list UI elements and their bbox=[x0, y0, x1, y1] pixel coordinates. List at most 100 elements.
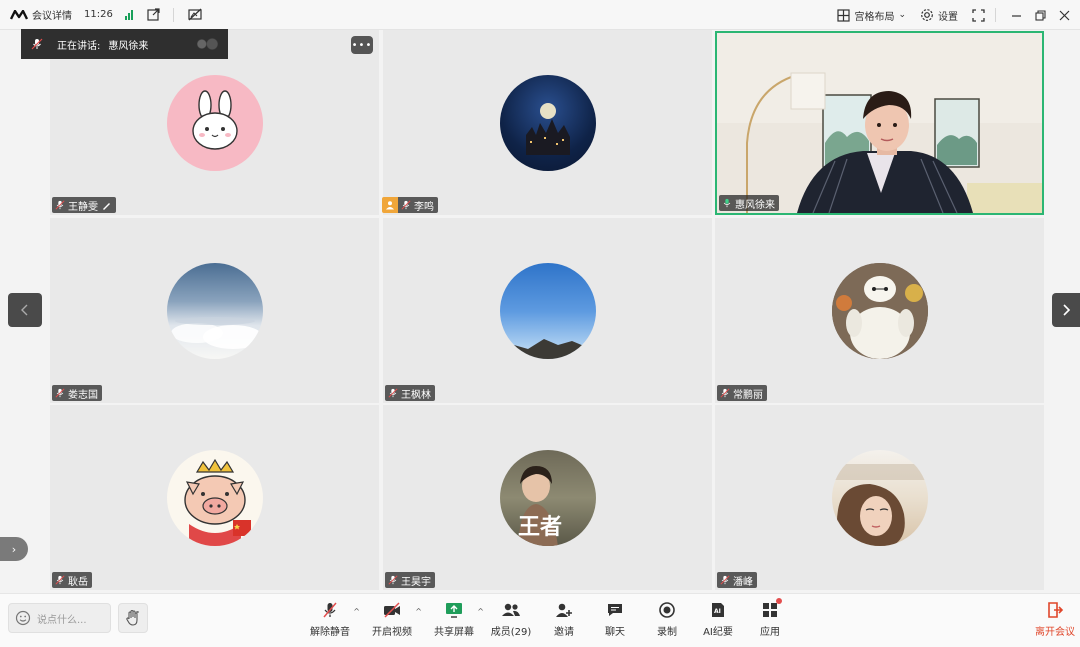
unmute-label: 解除静音 bbox=[310, 627, 350, 638]
avatar bbox=[499, 74, 596, 171]
mic-off-icon bbox=[31, 38, 43, 50]
video-tile[interactable]: 王枫林 bbox=[383, 218, 712, 403]
host-icon bbox=[382, 197, 398, 213]
hand-icon bbox=[126, 609, 139, 626]
leave-meeting-button[interactable]: 离开会议 bbox=[1030, 600, 1080, 642]
participant-name-tag: 王昊宇 bbox=[385, 572, 435, 588]
ai-notes-button[interactable]: AI AI纪要 bbox=[692, 600, 744, 642]
meeting-details-link[interactable]: 会议详情 bbox=[32, 7, 72, 22]
active-speaker-video-tile[interactable]: 惠风徐来 bbox=[715, 31, 1044, 215]
participant-name: 王昊宇 bbox=[401, 576, 431, 588]
participant-name-tag: 潘峰 bbox=[717, 572, 757, 588]
record-button[interactable]: 录制 bbox=[641, 600, 693, 642]
share-link-icon[interactable] bbox=[147, 8, 161, 22]
chevron-right-icon: › bbox=[11, 542, 17, 556]
minimize-button[interactable] bbox=[1004, 0, 1028, 30]
caret-up-icon[interactable]: ^ bbox=[415, 607, 422, 616]
share-screen-button[interactable]: ^ 共享屏幕 bbox=[428, 600, 484, 642]
ai-notes-label: AI纪要 bbox=[703, 627, 733, 638]
divider bbox=[995, 8, 996, 22]
caret-up-icon[interactable]: ^ bbox=[353, 607, 360, 616]
video-tile[interactable]: 李鸣 bbox=[382, 30, 712, 215]
apps-label: 应用 bbox=[760, 627, 780, 638]
participant-name: 潘峰 bbox=[733, 576, 753, 588]
caret-up-icon[interactable]: ^ bbox=[477, 607, 484, 616]
chat-input-placeholder: 说点什么... bbox=[37, 614, 87, 626]
gear-icon bbox=[921, 9, 933, 21]
close-button[interactable] bbox=[1052, 0, 1076, 30]
members-icon bbox=[501, 600, 521, 620]
svg-text:王者: 王者 bbox=[518, 514, 562, 540]
video-tile[interactable]: 潘峰 bbox=[715, 405, 1044, 590]
leave-icon bbox=[1045, 600, 1065, 620]
speaking-indicator: 正在讲话: 惠风徐来 bbox=[21, 29, 228, 59]
video-tile[interactable]: 娄志国 bbox=[50, 218, 379, 403]
record-label: 录制 bbox=[657, 627, 677, 638]
expand-panel-button[interactable]: › bbox=[0, 537, 28, 561]
hide-preview-icon[interactable] bbox=[188, 8, 202, 22]
mic-off-icon bbox=[388, 388, 398, 398]
mic-off-icon bbox=[401, 200, 411, 210]
invite-button[interactable]: 邀请 bbox=[538, 600, 590, 642]
participant-name-tag: 李鸣 bbox=[382, 197, 438, 213]
grid-layout-button[interactable]: 宫格布局 ⌄ bbox=[837, 8, 906, 23]
speaking-name: 惠风徐来 bbox=[108, 40, 149, 52]
restore-button[interactable] bbox=[1028, 0, 1052, 30]
grid-icon bbox=[837, 8, 851, 22]
raise-hand-button[interactable] bbox=[118, 603, 148, 633]
unmute-button[interactable]: ^ 解除静音 bbox=[304, 600, 360, 642]
video-tile[interactable]: 耿岳 bbox=[50, 405, 379, 590]
apps-button[interactable]: 应用 bbox=[744, 598, 796, 642]
avatar bbox=[831, 262, 928, 359]
leave-label: 离开会议 bbox=[1035, 627, 1075, 638]
record-icon bbox=[657, 600, 677, 620]
settings-button[interactable]: 设置 bbox=[920, 8, 958, 23]
start-video-label: 开启视频 bbox=[372, 627, 412, 638]
grid-layout-label: 宫格布局 bbox=[854, 11, 895, 23]
restore-icon bbox=[1034, 9, 1046, 21]
emoji-icon bbox=[15, 610, 31, 626]
participant-name: 李鸣 bbox=[414, 201, 434, 213]
fullscreen-button[interactable] bbox=[972, 8, 985, 22]
participant-name: 娄志国 bbox=[68, 389, 98, 401]
video-tile[interactable]: 王者 王昊宇 bbox=[383, 405, 712, 590]
next-page-button[interactable] bbox=[1052, 293, 1080, 327]
participant-name-tag: 耿岳 bbox=[52, 572, 92, 588]
divider bbox=[172, 7, 174, 22]
chevron-down-icon: ⌄ bbox=[898, 10, 906, 20]
voice-wave-icon bbox=[194, 38, 220, 50]
participant-name-tag: 常鹏丽 bbox=[717, 385, 767, 401]
title-bar: 会议详情 11:26 宫格布局 ⌄ 设置 bbox=[0, 0, 1080, 30]
participant-name-tag: 惠风徐来 bbox=[719, 195, 779, 211]
video-tile[interactable]: 常鹏丽 bbox=[715, 218, 1044, 403]
participant-name-tag: 娄志国 bbox=[52, 385, 102, 401]
chevron-left-icon bbox=[21, 304, 28, 316]
meeting-toolbar: 说点什么... ^ 解除静音 ^ 开启视频 ^ 共享屏幕 成员(29) 邀请 聊… bbox=[0, 593, 1080, 647]
avatar bbox=[166, 262, 263, 359]
svg-text:AI: AI bbox=[714, 608, 721, 615]
chat-input[interactable]: 说点什么... bbox=[8, 603, 111, 633]
chevron-right-icon bbox=[1063, 304, 1071, 316]
start-video-button[interactable]: ^ 开启视频 bbox=[366, 600, 422, 642]
share-screen-label: 共享屏幕 bbox=[434, 627, 474, 638]
chat-button[interactable]: 聊天 bbox=[589, 600, 641, 642]
mic-off-icon bbox=[320, 600, 340, 620]
invite-label: 邀请 bbox=[554, 627, 574, 638]
signal-icon[interactable] bbox=[124, 9, 133, 20]
notification-dot bbox=[776, 598, 782, 604]
share-screen-icon bbox=[444, 600, 464, 620]
avatar bbox=[831, 449, 928, 546]
more-options-button[interactable]: ••• bbox=[351, 36, 373, 54]
ai-notes-icon: AI bbox=[708, 600, 728, 620]
previous-page-button[interactable] bbox=[8, 293, 42, 327]
mic-off-icon bbox=[720, 388, 730, 398]
mic-off-icon bbox=[55, 388, 65, 398]
members-button[interactable]: 成员(29) bbox=[485, 600, 537, 642]
fullscreen-icon bbox=[972, 8, 985, 22]
mic-off-icon bbox=[388, 575, 398, 585]
settings-label: 设置 bbox=[938, 11, 958, 23]
avatar bbox=[499, 262, 596, 359]
speaking-label: 正在讲话: bbox=[57, 40, 101, 52]
participant-name-tag: 王静雯 bbox=[52, 197, 116, 213]
participant-name: 王静雯 bbox=[68, 201, 98, 213]
